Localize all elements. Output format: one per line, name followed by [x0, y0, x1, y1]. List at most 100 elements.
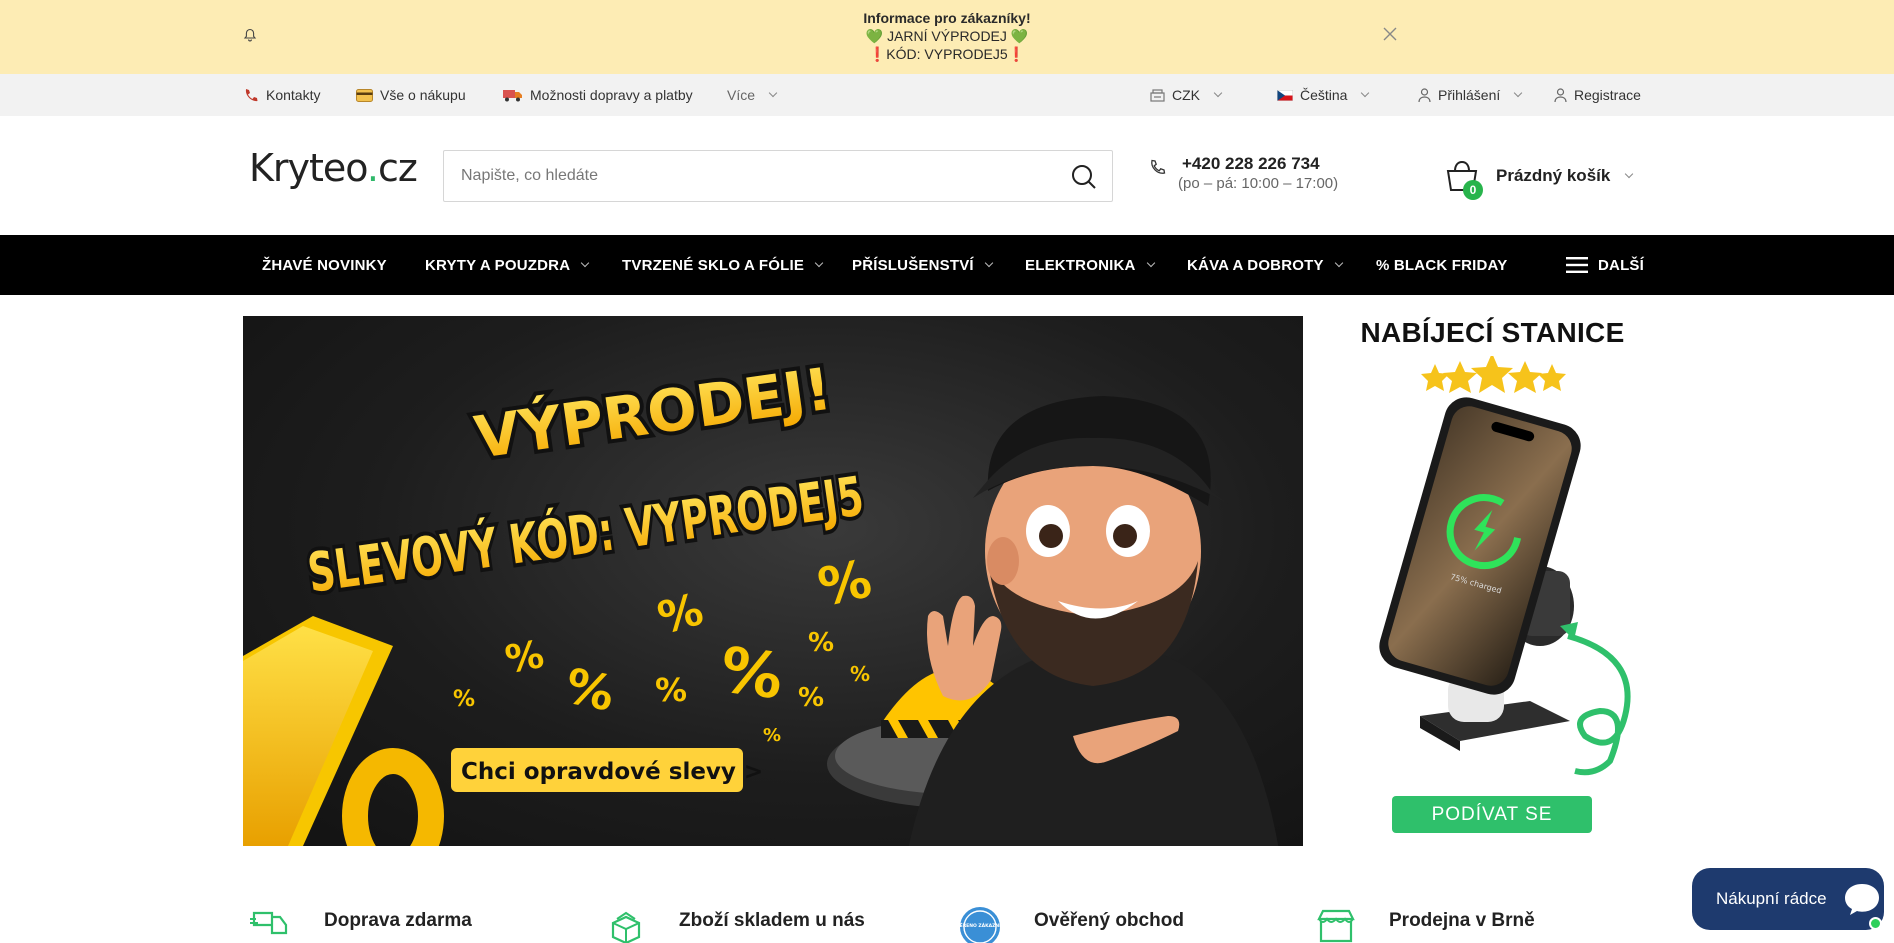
box-icon	[611, 911, 641, 943]
svg-text:%: %	[655, 671, 687, 709]
search-input[interactable]	[444, 151, 1044, 201]
smartphone: 75% charged	[1379, 397, 1581, 695]
about-shopping-link[interactable]: Vše o nákupu	[356, 74, 466, 116]
contacts-link[interactable]: Kontakty	[243, 74, 320, 116]
side-banner-title: NABÍJECÍ STANICE	[1360, 317, 1625, 348]
language-label: Čeština	[1300, 87, 1348, 103]
nav-item-glass[interactable]: TVRZENÉ SKLO A FÓLIE	[622, 235, 824, 295]
chevron-down-icon	[1146, 258, 1155, 268]
chevron-down-icon	[984, 258, 994, 268]
chevron-down-icon	[1361, 88, 1370, 98]
features-row: Doprava zdarma Zboží skladem u nás OVĚŘE…	[0, 905, 1894, 943]
svg-text:%: %	[453, 687, 475, 712]
chevron-down-icon	[580, 258, 590, 268]
online-status-dot	[1869, 917, 1882, 930]
svg-text:%: %	[850, 662, 870, 686]
nav-more-label: DALŠÍ	[1598, 256, 1644, 274]
delivery-truck-icon	[250, 911, 288, 935]
user-icon	[1418, 87, 1431, 102]
side-banner[interactable]: NABÍJECÍ STANICE 75% charged PODÍVAT SE	[1340, 316, 1645, 846]
bell-icon	[243, 28, 257, 42]
cart-label: Prázdný košík	[1496, 166, 1611, 185]
feature-free-shipping: Doprava zdarma	[250, 905, 472, 943]
about-shopping-label: Vše o nákupu	[380, 87, 466, 103]
nav-item-label: KÁVA A DOBROTY	[1187, 256, 1324, 274]
nav-item-accessories[interactable]: PŘÍSLUŠENSTVÍ	[852, 235, 994, 295]
phone-icon	[1151, 159, 1166, 174]
shipping-link[interactable]: Možnosti dopravy a platby	[503, 74, 693, 116]
feature-in-stock: Zboží skladem u nás	[605, 905, 865, 943]
contacts-label: Kontakty	[266, 87, 321, 103]
nav-item-black-friday[interactable]: % BLACK FRIDAY	[1376, 235, 1507, 295]
telephone-icon	[245, 89, 258, 102]
stars-icon	[1421, 356, 1566, 393]
chevron-down-icon	[768, 88, 778, 98]
curved-arrow	[1567, 633, 1631, 776]
svg-text:%: %	[653, 584, 709, 645]
feature-store-brno: Prodejna v Brně	[1315, 905, 1535, 943]
notice-title: Informace pro zákazníky!	[863, 10, 1031, 26]
nav-item-label: KRYTY A POUZDRA	[425, 256, 571, 274]
feature-label: Doprava zdarma	[324, 910, 472, 931]
currency-dropdown[interactable]: CZK	[1150, 74, 1223, 116]
nav-item-electronics[interactable]: ELEKTRONIKA	[1025, 235, 1155, 295]
top-bar: Kontakty Vše o nákupu Možnosti dopravy a…	[0, 74, 1894, 116]
logo[interactable]: Kryteo.cz	[249, 146, 418, 190]
login-label: Přihlášení	[1438, 87, 1501, 103]
storefront-icon	[1317, 909, 1355, 943]
nav-item-cases[interactable]: KRYTY A POUZDRA	[425, 235, 590, 295]
chevron-down-icon	[1334, 258, 1343, 268]
chat-label: Nákupní rádce	[1716, 889, 1827, 908]
more-label: Více	[727, 87, 756, 103]
main-navigation: ŽHAVÉ NOVINKY KRYTY A POUZDRA TVRZENÉ SK…	[0, 235, 1894, 295]
banner-headline-1: VÝPRODEJ!	[470, 354, 835, 472]
currency-label: CZK	[1172, 87, 1200, 103]
percent-signs: % % % % % % % % % % %	[453, 549, 877, 746]
charging-station-illustration: 75% charged	[1379, 356, 1631, 776]
header: Kryteo.cz +420 228 226 734 (po – pá: 10:…	[0, 116, 1894, 235]
notice-line-2: ❗KÓD: VYPRODEJ5❗	[868, 46, 1026, 62]
nav-item-label: % BLACK FRIDAY	[1376, 256, 1508, 274]
chevron-down-icon	[814, 258, 824, 268]
logo-tld: cz	[377, 146, 418, 190]
svg-text:%: %	[763, 725, 781, 746]
search-icon[interactable]	[1070, 163, 1098, 191]
svg-text:%: %	[808, 628, 834, 658]
feature-label: Zboží skladem u nás	[679, 910, 865, 931]
cart-button[interactable]: 0 Prázdný košík	[1444, 158, 1634, 200]
chat-bubble-icon	[1844, 884, 1879, 915]
hero-banner[interactable]: VÝPRODEJ! VÝPRODEJ! SLEVOVÝ KÓD: VYPRODE…	[243, 316, 1303, 846]
search-box	[443, 150, 1113, 202]
language-dropdown[interactable]: Čeština	[1277, 74, 1370, 116]
user-icon	[1554, 87, 1567, 102]
login-dropdown[interactable]: Přihlášení	[1418, 74, 1523, 116]
close-icon[interactable]	[1382, 26, 1398, 42]
nav-item-hot-news[interactable]: ŽHAVÉ NOVINKY	[262, 235, 387, 295]
nav-item-label: PŘÍSLUŠENSTVÍ	[852, 256, 974, 274]
chevron-down-icon	[1514, 88, 1523, 98]
nav-more[interactable]: DALŠÍ	[1566, 235, 1644, 295]
svg-text:%: %	[502, 632, 547, 682]
shopping-assistant-chat-button[interactable]: Nákupní rádce	[1692, 868, 1884, 930]
register-link[interactable]: Registrace	[1554, 74, 1641, 116]
percent-3d-icon	[243, 616, 444, 846]
cartoon-man-illustration	[908, 396, 1279, 846]
credit-card-icon	[356, 88, 373, 102]
register-label: Registrace	[1574, 87, 1641, 103]
shipping-label: Možnosti dopravy a platby	[530, 87, 693, 103]
feature-verified-shop: OVĚŘENO ZÁKAZNÍKY Ověřený obchod	[960, 905, 1184, 943]
hamburger-menu-icon	[1566, 257, 1588, 273]
more-dropdown[interactable]: Více	[727, 74, 778, 116]
svg-text:%: %	[798, 683, 824, 713]
chevron-down-icon	[1625, 169, 1634, 179]
svg-text:%: %	[716, 633, 788, 714]
banner-cta[interactable]: Chci opravdové slevy >	[461, 759, 763, 785]
nav-item-label: ŽHAVÉ NOVINKY	[262, 256, 387, 274]
nav-item-label: ELEKTRONIKA	[1025, 256, 1136, 274]
side-banner-cta-button[interactable]: PODÍVAT SE	[1392, 796, 1592, 833]
opening-hours: (po – pá: 10:00 – 17:00)	[1178, 175, 1339, 192]
cash-register-icon	[1150, 88, 1165, 102]
nav-item-coffee[interactable]: KÁVA A DOBROTY	[1187, 235, 1343, 295]
truck-icon	[503, 90, 522, 102]
notice-bar: Informace pro zákazníky! 💚 JARNÍ VÝPRODE…	[0, 0, 1894, 74]
